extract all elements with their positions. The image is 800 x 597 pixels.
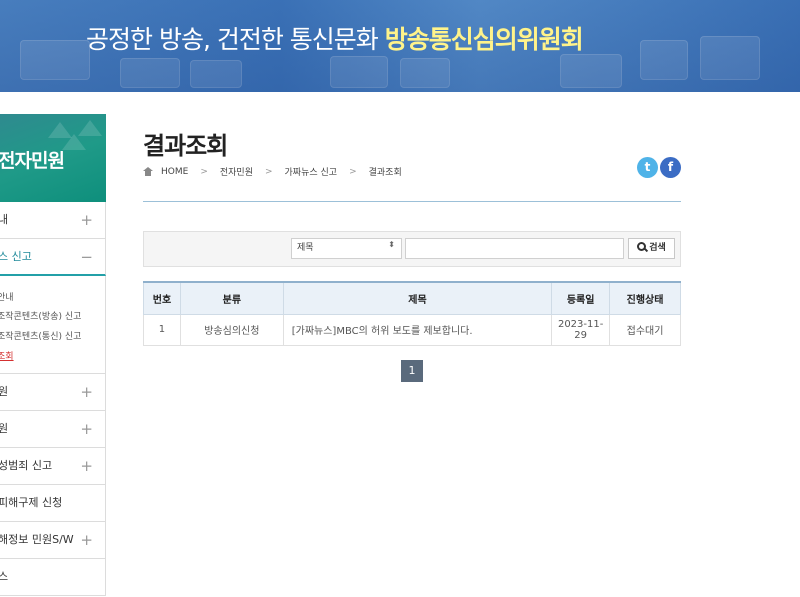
sidebar-item-fake-news[interactable]: 스 신고 − [0,239,106,276]
breadcrumb-fake-news[interactable]: 가짜뉴스 신고 [285,165,338,178]
top-banner: 공정한 방송, 건전한 통신문화 방송통신심의위원회 [0,0,800,92]
sidebar-submenu: 안내 조작콘텐츠(방송) 신고 조작콘텐츠(통신) 신고 조회 [0,276,106,374]
sidebar-header: 전자민원 [0,114,106,202]
sidebar-item-4[interactable]: 원 + [0,411,106,448]
search-button[interactable]: 검색 [628,238,675,259]
search-field-value: 제목 [297,243,314,253]
sidebar-item-6[interactable]: 피해구제 신청 [0,485,106,522]
page-title: 결과조회 [143,132,228,160]
header-status: 진행상태 [609,281,681,315]
home-icon[interactable] [143,167,153,176]
sidebar-item-label: 피해구제 신청 [0,496,63,509]
select-arrow-icon: ⬍ [388,240,395,249]
chevron-right-icon: > [349,166,357,177]
breadcrumb-current: 결과조회 [368,168,402,178]
breadcrumb-home[interactable]: HOME [161,167,188,177]
title-divider [143,201,681,202]
header-title: 제목 [282,281,553,315]
sidebar-item-7[interactable]: 해정보 민원S/W + [0,522,106,559]
breadcrumb: HOME > 전자민원 > 가짜뉴스 신고 > 결과조회 [143,165,402,178]
sidebar-menu: 내 + 스 신고 − 안내 조작콘텐츠(방송) 신고 조작콘텐츠(통신) 신고 … [0,202,106,596]
sidebar-title: 전자민원 [0,150,65,172]
cell-no: 1 [143,313,181,346]
table-row[interactable]: 1 방송심의신청 [가짜뉴스]MBC의 허위 보도를 제보합니다. 2023-1… [143,313,681,346]
breadcrumb-complaint[interactable]: 전자민원 [220,165,253,178]
facebook-icon[interactable]: f [660,157,681,178]
search-input[interactable] [405,238,624,259]
cell-title-link[interactable]: [가짜뉴스]MBC의 허위 보도를 제보합니다. [282,313,553,346]
submenu-item-telecom[interactable]: 조작콘텐츠(통신) 신고 [0,329,81,342]
collapse-icon[interactable]: − [80,239,93,274]
sidebar-item-label: 스 [0,559,8,595]
search-icon [637,242,647,251]
sidebar-item-label: 스 신고 [0,250,32,263]
sidebar-item-label: 성범죄 신고 [0,459,53,472]
sidebar-item-label: 내 [0,202,8,238]
sidebar-item-5[interactable]: 성범죄 신고 + [0,448,106,485]
sidebar-item-3[interactable]: 원 + [0,374,106,411]
cell-category: 방송심의신청 [179,313,284,346]
submenu-item-guide[interactable]: 안내 [0,290,14,303]
expand-icon[interactable]: + [80,448,93,484]
page-button-current[interactable]: 1 [401,360,423,382]
cell-date: 2023-11-29 [551,313,611,346]
sidebar-item-1[interactable]: 내 + [0,202,106,239]
chevron-right-icon: > [264,166,273,177]
sidebar-item-8[interactable]: 스 [0,559,106,596]
header-date: 등록일 [551,281,611,315]
submenu-item-result[interactable]: 조회 [0,349,14,362]
expand-icon[interactable]: + [80,522,93,558]
sidebar-item-label: 해정보 민원S/W [0,533,74,546]
expand-icon[interactable]: + [80,202,93,238]
table-header-row: 번호 분류 제목 등록일 진행상태 [143,281,681,315]
expand-icon[interactable]: + [80,374,93,410]
expand-icon[interactable]: + [80,411,93,447]
banner-slogan: 공정한 방송, 건전한 통신문화 방송통신심의위원회 [86,25,584,54]
twitter-icon[interactable]: t [637,157,658,178]
search-panel: 제목 ⬍ 검색 [143,231,681,267]
header-category: 분류 [179,281,284,315]
sidebar-item-label: 원 [0,411,8,447]
cell-status: 접수대기 [609,313,681,346]
header-no: 번호 [143,281,181,315]
submenu-item-broadcast[interactable]: 조작콘텐츠(방송) 신고 [0,309,81,322]
chevron-right-icon: > [200,166,208,177]
search-button-label: 검색 [649,243,666,253]
sidebar-item-label: 원 [0,374,8,410]
results-table: 번호 분류 제목 등록일 진행상태 1 방송심의신청 [가짜뉴스]MBC의 허위… [143,281,681,346]
search-field-select[interactable]: 제목 ⬍ [291,238,402,259]
